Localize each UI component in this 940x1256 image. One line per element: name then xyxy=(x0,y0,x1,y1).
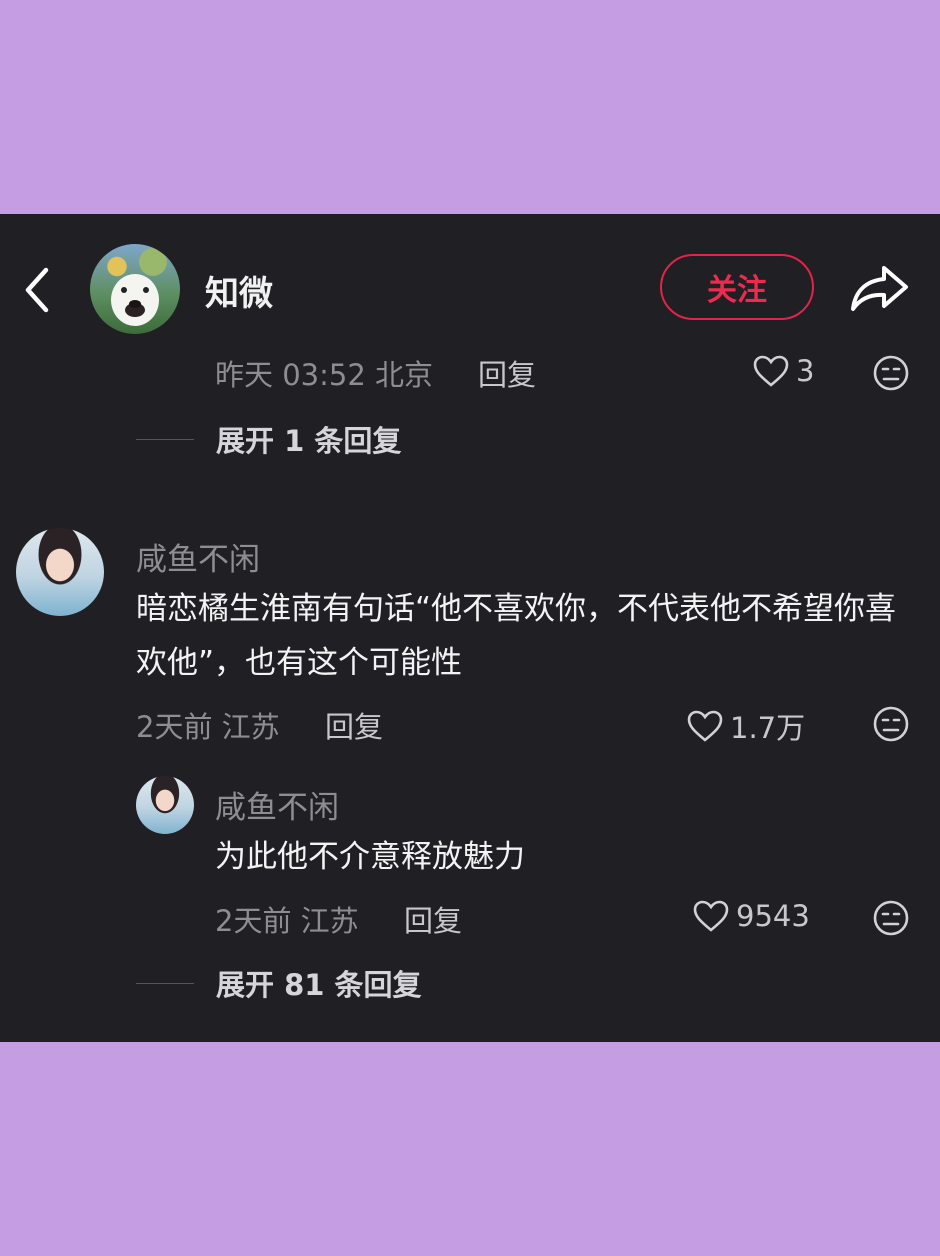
reply-expand-replies[interactable]: 展开 81 条回复 xyxy=(136,962,422,1004)
expand-label: 展开 1 条回复 xyxy=(216,424,402,458)
reply-avatar[interactable] xyxy=(136,776,194,834)
commenter-avatar[interactable] xyxy=(16,528,104,616)
comment-time: 2天前 江苏 xyxy=(136,710,280,744)
back-arrow-icon[interactable] xyxy=(18,264,58,316)
expand-divider xyxy=(136,438,194,440)
reply-username[interactable]: 咸鱼不闲 xyxy=(215,782,339,827)
top-comment-time: 昨天 03:52 北京 xyxy=(215,358,434,392)
expand-label: 展开 81 条回复 xyxy=(216,968,422,1002)
owner-avatar[interactable] xyxy=(90,244,180,334)
expand-divider xyxy=(136,982,194,984)
comment-like-button[interactable]: 1.7万 xyxy=(686,705,805,747)
reply-like-count: 9543 xyxy=(736,899,810,933)
heart-icon xyxy=(753,355,789,387)
dislike-face-icon[interactable] xyxy=(872,705,910,743)
top-comment-reply-button[interactable]: 回复 xyxy=(478,352,536,394)
commenter-username[interactable]: 咸鱼不闲 xyxy=(136,534,260,579)
comment-reply-button[interactable]: 回复 xyxy=(325,704,383,746)
top-comment-like-count: 3 xyxy=(796,354,815,388)
dislike-face-icon[interactable] xyxy=(872,899,910,937)
top-comment-expand-replies[interactable]: 展开 1 条回复 xyxy=(136,418,401,460)
dislike-face-icon[interactable] xyxy=(872,354,910,392)
top-comment-like-button[interactable]: 3 xyxy=(752,354,814,388)
share-icon[interactable] xyxy=(848,262,910,314)
dog-avatar-image xyxy=(111,274,159,326)
follow-button[interactable]: 关注 xyxy=(660,254,814,320)
heart-icon xyxy=(693,900,729,932)
comment-panel: 知微 关注 昨天 03:52 北京 回复 3 展开 1 条回复 咸鱼不闲 暗恋橘… xyxy=(0,214,940,1042)
comment-text: 暗恋橘生淮南有句话“他不喜欢你，不代表他不希望你喜欢他”，也有这个可能性 xyxy=(136,591,897,681)
reply-reply-button[interactable]: 回复 xyxy=(404,898,462,940)
reply-time: 2天前 江苏 xyxy=(215,904,359,938)
comment-like-count: 1.7万 xyxy=(730,711,806,745)
owner-name: 知微 xyxy=(205,274,273,314)
reply-text: 为此他不介意释放魅力 xyxy=(215,839,525,875)
reply-like-button[interactable]: 9543 xyxy=(692,899,810,933)
heart-icon xyxy=(687,710,723,742)
